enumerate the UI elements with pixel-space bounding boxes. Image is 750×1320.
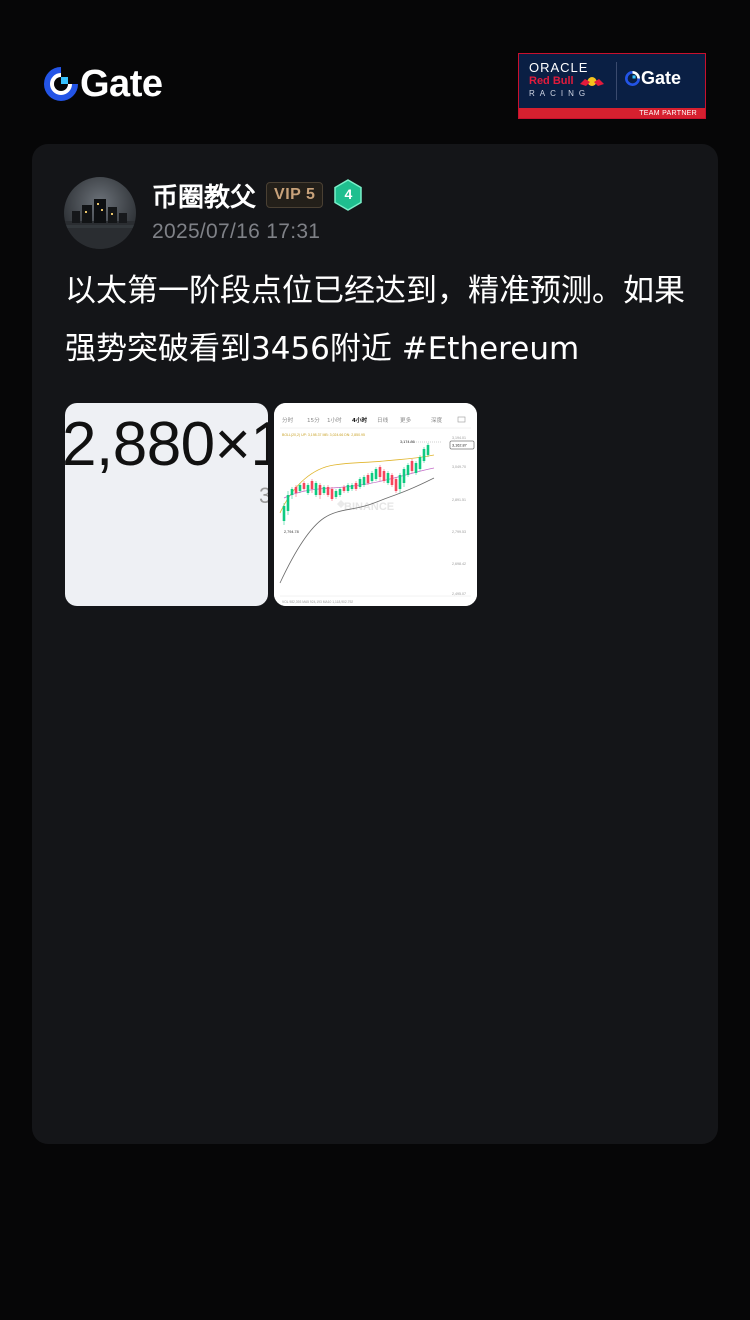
- kline-tab: 15分: [307, 416, 320, 424]
- candle-body: [394, 479, 398, 491]
- candle-body: [414, 463, 418, 473]
- current-price-tag: 3,162.87: [452, 444, 467, 448]
- candle-body: [366, 475, 370, 483]
- candle-body: [326, 487, 330, 495]
- vip-badge: VIP 5: [266, 182, 324, 208]
- post-image-2[interactable]: 分时 15分 1小时 4小时 日线 更多 深度 BOLL(20,2) UP: 3,198.3…: [274, 403, 477, 606]
- price-axis-label: 2,495.07: [452, 592, 466, 596]
- vip-badge-label: VIP 5: [274, 186, 316, 203]
- avatar-image: [64, 177, 136, 249]
- candle-body: [350, 485, 354, 489]
- candle-body: [282, 506, 286, 521]
- author-name[interactable]: 币圈教父: [152, 177, 256, 214]
- image-1-big-text: 2,880×1: [65, 410, 268, 479]
- candle-body: [298, 485, 302, 491]
- candle-body: [334, 491, 338, 497]
- high-price-label: 3,174.86: [400, 440, 415, 444]
- team-partner-strip: TEAM PARTNER: [519, 108, 705, 118]
- price-axis-label: 2,799.53: [452, 530, 466, 534]
- candle-body: [410, 461, 414, 471]
- avatar[interactable]: [64, 177, 136, 249]
- candle-body: [398, 475, 402, 489]
- price-axis-label: 3,049.70: [452, 465, 466, 469]
- candle-body: [306, 485, 310, 493]
- candle-body: [338, 489, 342, 495]
- candle-body: [378, 467, 382, 477]
- candle-body: [290, 489, 294, 495]
- gate-logo[interactable]: Gate: [44, 63, 163, 105]
- kline-tab: 4小时: [352, 416, 367, 424]
- kline-tab: 深度: [431, 416, 443, 424]
- candle-body: [302, 483, 306, 489]
- chart-watermark: BINANCE: [344, 501, 394, 513]
- post-image-1[interactable]: 2,880×1 3: [65, 403, 268, 606]
- level-badge-number: 4: [344, 186, 353, 202]
- volume-line: VOL 982,393 MA5 924,193 MA10 1,118,902.7…: [282, 600, 353, 604]
- indicator-line: BOLL(20,2) UP: 3,198.37 MB: 3,024.66 DN:…: [282, 433, 365, 437]
- low-price-label: 2,794.78: [284, 530, 299, 534]
- candle-body: [374, 469, 378, 479]
- partner-divider: [616, 62, 617, 100]
- racing-text: RACING: [529, 89, 591, 98]
- image-1-small-text: 3: [259, 483, 268, 508]
- kline-tab: 更多: [400, 416, 412, 424]
- candle-body: [346, 485, 350, 491]
- gate-logo-icon: [44, 67, 78, 101]
- candle-body: [370, 473, 374, 481]
- candle-body: [294, 487, 298, 493]
- level-badge: 4: [333, 179, 363, 211]
- price-axis-label: 3,194.01: [452, 436, 466, 440]
- author-row: 币圈教父 VIP 5 4: [152, 176, 363, 214]
- candle-body: [314, 483, 318, 495]
- candle-body: [422, 449, 426, 461]
- candle-body: [402, 469, 406, 483]
- candle-body: [322, 487, 326, 493]
- candle-body: [310, 481, 314, 489]
- candle-body: [390, 475, 394, 485]
- kline-tab: 1小时: [327, 416, 342, 424]
- team-partner-text: TEAM PARTNER: [639, 109, 697, 117]
- oracle-text: ORACLE: [529, 60, 589, 75]
- partner-gate-text: Gate: [641, 68, 682, 88]
- partner-badge: ORACLE Red Bull RACING Gate TEAM PARTNER: [518, 53, 706, 119]
- candle-body: [354, 483, 358, 489]
- candle-body: [386, 473, 390, 483]
- kline-tab: 分时: [282, 416, 294, 424]
- post-timestamp: 2025/07/16 17:31: [152, 220, 321, 243]
- kline-tab: 日线: [377, 416, 389, 424]
- candle-body: [406, 465, 410, 475]
- candle-body: [418, 457, 422, 469]
- post-text: 以太第一阶段点位已经达到，精准预测。如果强势突破看到3456附近: [65, 273, 685, 367]
- candle-body: [318, 485, 322, 495]
- gate-logo-text: Gate: [80, 63, 163, 105]
- partner-gate-logo: Gate: [625, 68, 681, 88]
- candle-body: [330, 489, 334, 499]
- gate-logo-small-icon: [625, 70, 640, 86]
- candle-body: [362, 477, 366, 485]
- price-axis-label: 2,891.51: [452, 498, 466, 502]
- candle-body: [286, 495, 290, 511]
- post-card: 币圈教父 VIP 5 4 2025/07/16 17:31 以太第一阶段点位已经…: [32, 144, 718, 1144]
- post-body: 以太第一阶段点位已经达到，精准预测。如果强势突破看到3456附近 #Ethere…: [65, 262, 695, 378]
- price-axis-label: 2,698.42: [452, 562, 466, 566]
- red-bull-icon: [580, 77, 604, 86]
- page: Gate ORACLE Red Bull RACING Gate TEAM PA…: [0, 0, 750, 1320]
- candle-body: [358, 479, 362, 487]
- candle-body: [382, 471, 386, 481]
- candle-body: [342, 487, 346, 491]
- candle-body: [426, 445, 430, 455]
- kline-chart: 分时 15分 1小时 4小时 日线 更多 深度 BOLL(20,2) UP: 3,198.3…: [274, 403, 477, 606]
- hashtag-link[interactable]: #Ethereum: [402, 331, 579, 367]
- redbull-text: Red Bull: [529, 75, 574, 87]
